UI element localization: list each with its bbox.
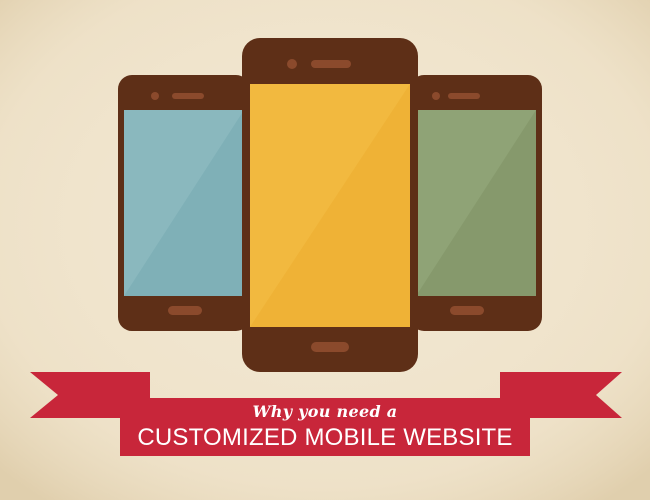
left-phone-camera (151, 92, 159, 100)
center-phone (242, 38, 418, 372)
banner-headline: CUSTOMIZED MOBILE WEBSITE (137, 424, 513, 451)
right-phone-speaker (448, 93, 480, 99)
left-phone-speaker (172, 93, 204, 99)
right-phone (410, 75, 542, 331)
center-phone-home-button (311, 342, 349, 352)
banner-tagline: Why you need a (252, 402, 398, 421)
center-phone-camera (287, 59, 297, 69)
right-phone-camera (432, 92, 440, 100)
center-phone-speaker (311, 60, 351, 68)
left-phone (118, 75, 250, 331)
left-phone-home-button (168, 306, 202, 315)
right-phone-home-button (450, 306, 484, 315)
